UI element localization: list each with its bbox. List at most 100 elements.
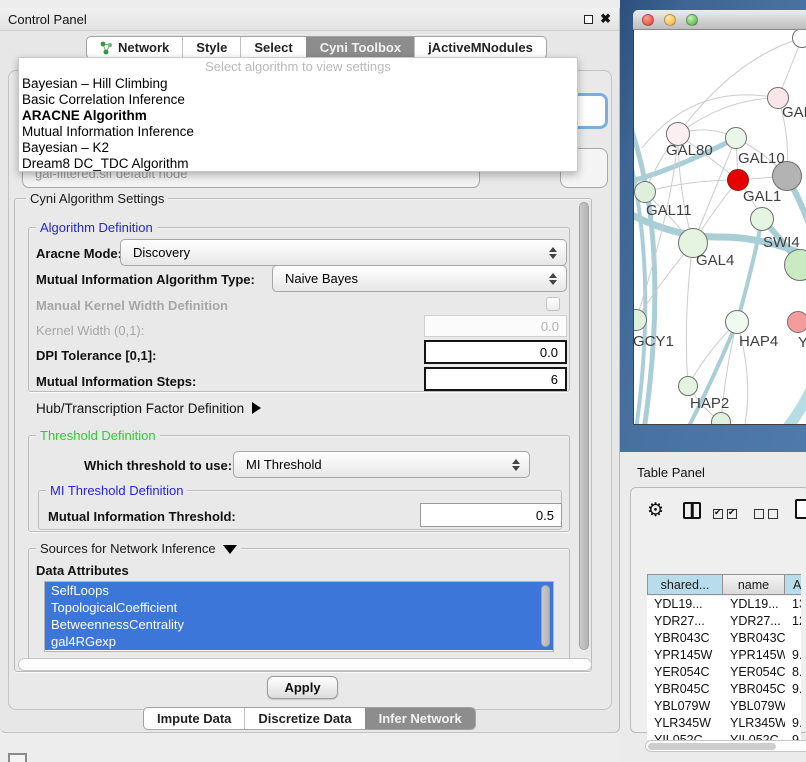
network-node[interactable] xyxy=(725,127,747,149)
list-item[interactable]: gal4RGexp xyxy=(45,633,553,650)
table-cell[interactable]: YBL079W xyxy=(723,698,785,715)
table-cell[interactable]: YER054C xyxy=(723,664,785,681)
list-vertical-scrollbar[interactable] xyxy=(541,585,550,647)
network-window-titlebar[interactable] xyxy=(633,10,806,30)
sources-toggle[interactable]: Sources for Network Inference xyxy=(36,541,241,556)
table-cell[interactable]: YPR145W xyxy=(723,647,785,664)
table-cell[interactable]: YER054C xyxy=(647,664,723,681)
expanded-arrow-icon xyxy=(223,545,237,554)
table-cell[interactable]: 9. xyxy=(785,681,801,698)
table-cell[interactable]: YBR043C xyxy=(723,630,785,647)
table-cell[interactable] xyxy=(785,698,801,715)
table-cell[interactable]: YBR045C xyxy=(647,681,723,698)
column-header-cut[interactable]: A xyxy=(784,574,801,595)
tab-network[interactable]: Network xyxy=(87,37,182,58)
settings-horizontal-scrollbar[interactable] xyxy=(18,658,592,671)
cyni-algorithm-settings-title: Cyni Algorithm Settings xyxy=(26,191,168,206)
close-icon[interactable]: ✖ xyxy=(600,11,611,27)
dropdown-option[interactable]: Bayesian – K2 xyxy=(19,140,577,156)
hub-definition-toggle[interactable]: Hub/Transcription Factor Definition xyxy=(36,401,261,416)
list-item[interactable]: TopologicalCoefficient xyxy=(45,599,553,616)
which-threshold-label: Which threshold to use: xyxy=(84,458,232,473)
network-node-salmon[interactable] xyxy=(787,311,806,333)
table-cell[interactable]: YDR27... xyxy=(647,613,723,630)
list-item[interactable]: BetweennessCentrality xyxy=(45,616,553,633)
split-columns-icon[interactable] xyxy=(683,502,701,519)
bottom-tab-bar: Impute Data Discretize Data Infer Networ… xyxy=(143,707,476,730)
node-label: GAL1 xyxy=(743,188,781,205)
node-label: Y xyxy=(798,334,806,351)
mi-type-value: Naive Bayes xyxy=(285,271,358,286)
table-horizontal-scrollbar[interactable] xyxy=(645,740,806,752)
dropdown-option[interactable]: Bayesian – Hill Climbing xyxy=(19,76,577,92)
dropdown-option[interactable]: Mutual Information Inference xyxy=(19,124,577,140)
kernel-width-field[interactable]: 0.0 xyxy=(424,315,567,337)
node-label: GAL xyxy=(782,104,806,121)
zoom-traffic-light-icon[interactable] xyxy=(686,14,698,26)
scrollbar-thumb[interactable] xyxy=(648,743,776,750)
mi-type-label: Mutual Information Algorithm Type: xyxy=(36,272,255,287)
column-header-shared-name[interactable]: shared... xyxy=(647,574,723,595)
table-cell[interactable]: YDL19... xyxy=(647,596,723,613)
mi-type-combobox[interactable]: Naive Bayes xyxy=(272,265,567,292)
network-node[interactable] xyxy=(750,207,774,231)
table-cell[interactable]: YBR045C xyxy=(723,681,785,698)
node-label: SWI4 xyxy=(763,234,800,251)
apply-button[interactable]: Apply xyxy=(267,676,338,699)
table-cell[interactable]: YLR345W xyxy=(647,715,723,732)
dropdown-option[interactable]: Dream8 DC_TDC Algorithm xyxy=(19,156,577,172)
table-cell[interactable]: YDR27... xyxy=(723,613,785,630)
control-panel-titlebar[interactable]: Control Panel ✖ xyxy=(0,8,619,31)
tab-style[interactable]: Style xyxy=(182,37,240,58)
network-canvas[interactable]: GAL GAL80 GAL10 GAL1 GAL11 SWI4 GAL4 GCY… xyxy=(633,30,806,425)
close-traffic-light-icon[interactable] xyxy=(642,14,654,26)
table-panel-title: Table Panel xyxy=(637,465,705,480)
column-header-name[interactable]: name xyxy=(722,574,785,595)
table-cell[interactable]: YDL19... xyxy=(723,596,785,613)
mi-threshold-field[interactable]: 0.5 xyxy=(420,503,562,527)
table-cell[interactable]: YIL052C xyxy=(723,732,785,740)
node-label: GAL80 xyxy=(666,142,713,159)
table-cell[interactable]: 9. xyxy=(785,715,801,732)
table-cell[interactable]: 13 xyxy=(785,596,801,613)
dpi-tolerance-label: DPI Tolerance [0,1]: xyxy=(36,348,156,363)
table-cell[interactable]: 12 xyxy=(785,613,801,630)
table-cell[interactable]: 9. xyxy=(785,647,801,664)
tab-cyni-toolbox[interactable]: Cyni Toolbox xyxy=(306,37,414,58)
table-cell[interactable] xyxy=(785,630,801,647)
table-cell[interactable]: YBL079W xyxy=(647,698,723,715)
top-tab-bar: Network Style Select Cyni Toolbox jActiv… xyxy=(86,36,547,59)
dpi-tolerance-field[interactable]: 0.0 xyxy=(424,340,567,364)
network-node[interactable] xyxy=(678,376,698,396)
network-node[interactable] xyxy=(634,181,656,203)
table-cell[interactable]: 9. xyxy=(785,732,801,740)
tab-discretize-data[interactable]: Discretize Data xyxy=(244,708,364,729)
which-threshold-combobox[interactable]: MI Threshold xyxy=(233,451,530,478)
table-cell[interactable]: YBR043C xyxy=(647,630,723,647)
deselect-all-checkboxes-icon[interactable] xyxy=(754,507,778,522)
dropdown-option-selected[interactable]: ARACNE Algorithm xyxy=(19,108,577,124)
table-cell[interactable]: YLR345W xyxy=(723,715,785,732)
list-item[interactable]: SelfLoops xyxy=(45,582,553,599)
dropdown-option[interactable]: Basic Correlation Inference xyxy=(19,92,577,108)
node-label: HAP2 xyxy=(690,395,729,412)
cutoff-bottom-left-widget[interactable] xyxy=(8,753,27,762)
network-node[interactable] xyxy=(725,310,749,334)
mi-steps-field[interactable]: 6 xyxy=(424,367,567,391)
tab-impute-data[interactable]: Impute Data xyxy=(144,708,244,729)
manual-kernel-checkbox[interactable] xyxy=(546,297,560,311)
float-window-icon[interactable] xyxy=(584,15,593,24)
select-all-checkboxes-icon[interactable] xyxy=(713,507,737,522)
gear-icon[interactable]: ⚙ xyxy=(647,499,664,522)
table-cell[interactable]: YPR145W xyxy=(647,647,723,664)
table-cell[interactable]: 8. xyxy=(785,664,801,681)
document-icon[interactable] xyxy=(795,499,806,519)
tab-jactivemnodules[interactable]: jActiveMNodules xyxy=(414,37,546,58)
tab-infer-network[interactable]: Infer Network xyxy=(365,708,475,729)
aracne-mode-combobox[interactable]: Discovery xyxy=(120,239,567,266)
tab-select[interactable]: Select xyxy=(240,37,305,58)
minimize-traffic-light-icon[interactable] xyxy=(664,14,676,26)
network-node[interactable] xyxy=(711,412,731,425)
table-cell[interactable]: YIL052C xyxy=(647,732,723,740)
settings-vertical-scrollbar[interactable] xyxy=(579,202,589,650)
